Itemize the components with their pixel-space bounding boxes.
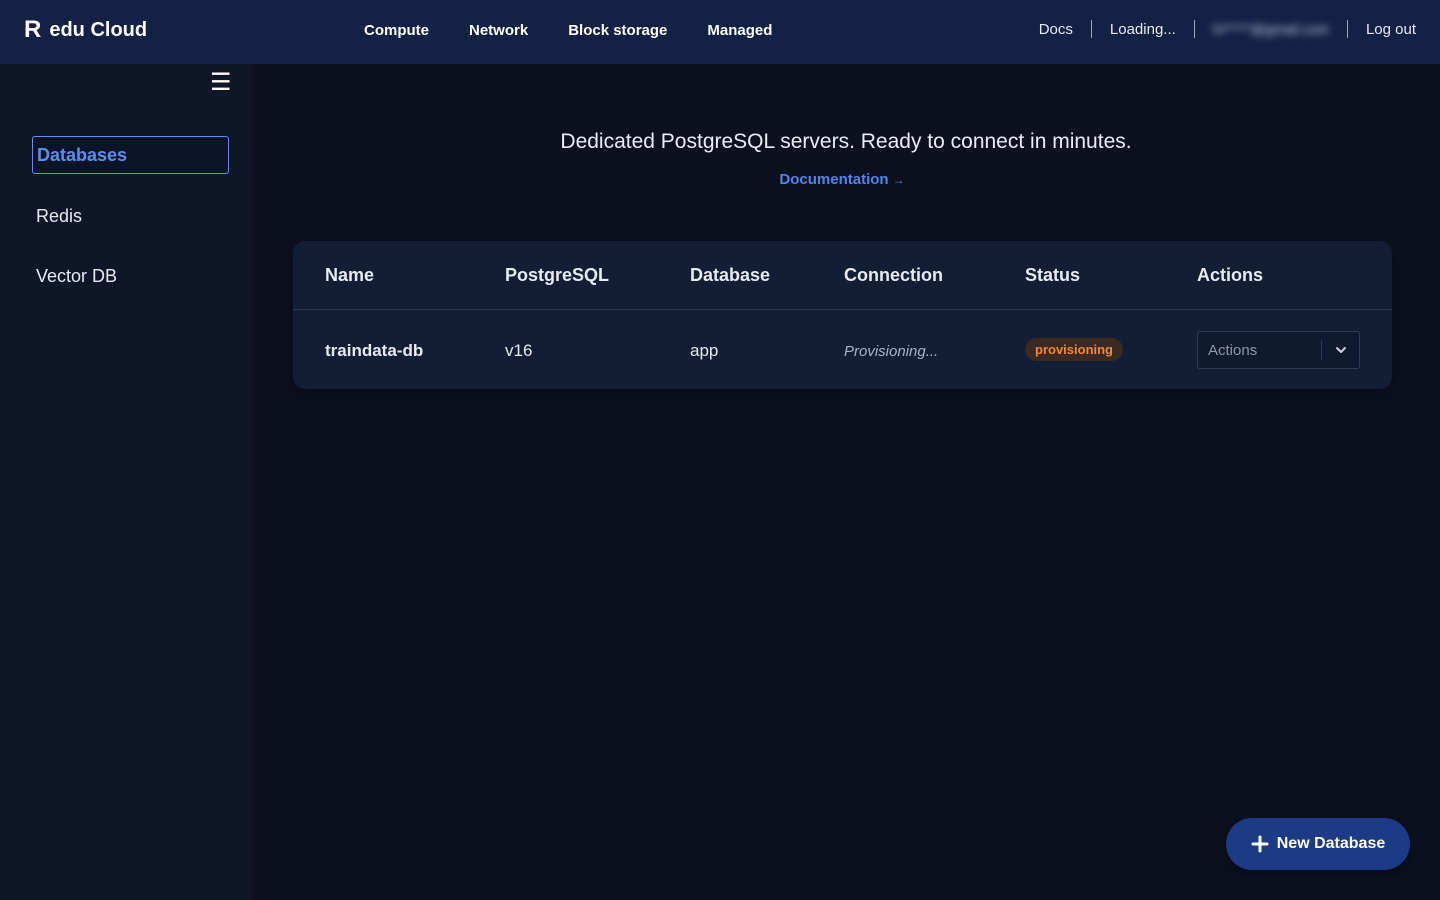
sidebar-item-databases[interactable]: Databases	[32, 136, 229, 174]
column-header-status: Status	[1025, 265, 1081, 285]
sidebar-item-label: Redis	[36, 205, 83, 226]
divider	[1193, 20, 1195, 38]
divider	[1090, 20, 1092, 38]
loading-indicator: Loading...	[1109, 20, 1176, 38]
sidebar-item-label: Vector DB	[36, 265, 118, 286]
plus-icon	[1251, 835, 1269, 853]
documentation-link[interactable]: Documentation →	[252, 171, 1432, 188]
actions-dropdown[interactable]: Actions	[1197, 331, 1360, 369]
divider	[1346, 20, 1348, 38]
column-header-actions: Actions	[1197, 265, 1264, 285]
chevron-down-icon	[1322, 343, 1359, 357]
account-nav: Docs Loading... hi*****@gmail.com Log ou…	[1039, 20, 1416, 38]
actions-placeholder: Actions	[1208, 341, 1258, 359]
column-header-name: Name	[325, 265, 375, 285]
column-header-database: Database	[690, 265, 771, 285]
brand[interactable]: R edu Cloud	[24, 18, 147, 42]
sidebar-item-redis[interactable]: Redis	[32, 197, 229, 235]
logout-link[interactable]: Log out	[1366, 21, 1416, 38]
db-name[interactable]: traindata-db	[325, 341, 423, 361]
new-database-button[interactable]: New Database	[1226, 818, 1410, 870]
column-header-connection: Connection	[844, 265, 943, 285]
menu-icon[interactable]: ☰	[210, 68, 232, 98]
column-header-postgresql: PostgreSQL	[505, 265, 610, 285]
brand-logo: R	[24, 16, 42, 43]
status-badge: provisioning	[1025, 338, 1123, 361]
top-navbar: R edu Cloud Compute Network Block storag…	[0, 0, 1440, 64]
postgres-version: v16	[505, 341, 533, 360]
nav-compute[interactable]: Compute	[364, 22, 429, 39]
databases-table: Name PostgreSQL Database Connection Stat…	[293, 241, 1392, 389]
sidebar: ☰ Databases Redis Vector DB	[0, 64, 252, 900]
connection-status: Provisioning...	[844, 343, 939, 360]
nav-network[interactable]: Network	[469, 22, 528, 39]
new-database-label: New Database	[1276, 835, 1386, 852]
sidebar-item-label: Databases	[37, 144, 128, 165]
database-name: app	[690, 341, 719, 360]
documentation-link-label: Documentation	[779, 171, 889, 188]
table-header: Name PostgreSQL Database Connection Stat…	[293, 241, 1392, 310]
page-tagline: Dedicated PostgreSQL servers. Ready to c…	[560, 130, 1132, 153]
main-nav: Compute Network Block storage Managed	[364, 22, 772, 39]
sidebar-item-vector-db[interactable]: Vector DB	[32, 257, 229, 295]
docs-link[interactable]: Docs	[1039, 21, 1073, 38]
arrow-right-icon: →	[892, 173, 905, 187]
user-email[interactable]: hi*****@gmail.com	[1213, 21, 1329, 37]
brand-name: edu Cloud	[49, 18, 148, 41]
nav-managed[interactable]: Managed	[707, 22, 772, 39]
nav-block-storage[interactable]: Block storage	[568, 22, 667, 39]
